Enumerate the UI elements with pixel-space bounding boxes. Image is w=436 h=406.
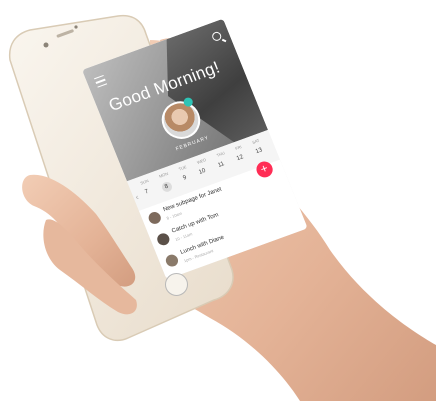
weekday: SAT (251, 137, 261, 145)
event-time: 8 - 10am (165, 210, 183, 221)
weekday: SUN (139, 178, 150, 186)
avatar (155, 231, 172, 247)
day-cell[interactable]: 7 (144, 189, 151, 199)
sensor (74, 25, 78, 29)
photo-scene: Good Morning! FEBRUARY ‹ SUN MON TUE WED… (0, 0, 436, 401)
front-camera (43, 42, 49, 48)
day-cell[interactable]: 9 (182, 175, 189, 185)
day-cell[interactable]: 10 (198, 168, 208, 180)
weekday: FRI (234, 144, 243, 152)
day-cell-selected[interactable]: 8 (160, 180, 174, 194)
day-cell[interactable]: 13 (255, 147, 265, 159)
avatar (164, 252, 180, 269)
avatar (146, 210, 163, 226)
weekday: TUE (177, 164, 188, 172)
day-cell[interactable]: 11 (217, 161, 227, 172)
weekday: MON (158, 170, 169, 179)
day-cell[interactable]: 12 (236, 154, 246, 166)
home-button[interactable] (165, 273, 188, 296)
weekday: THU (215, 150, 226, 158)
weekday: WED (196, 157, 207, 165)
